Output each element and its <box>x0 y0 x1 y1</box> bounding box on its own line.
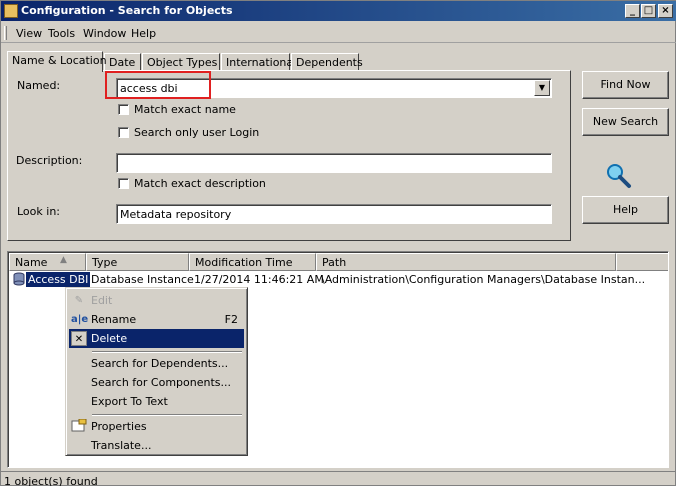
tab-date[interactable]: Date <box>104 53 141 71</box>
title-bar[interactable]: Configuration - Search for Objects _ □ × <box>1 1 676 21</box>
tab-international[interactable]: International <box>221 53 296 71</box>
new-search-button[interactable]: New Search <box>582 108 669 136</box>
maximize-button[interactable]: □ <box>641 4 656 18</box>
context-item-search-dependents[interactable]: Search for Dependents... <box>69 354 244 373</box>
minimize-button[interactable]: _ <box>625 4 640 18</box>
menu-grip <box>4 26 7 40</box>
tab-dependents[interactable]: Dependents <box>291 53 363 71</box>
look-in-label: Look in: <box>17 205 60 218</box>
database-instance-icon <box>13 272 25 286</box>
row-name[interactable]: Access DBI <box>24 271 92 288</box>
context-separator <box>92 351 242 353</box>
sort-arrow-icon: ▲ <box>60 255 67 265</box>
magnifier-icon <box>607 164 631 188</box>
description-label: Description: <box>16 154 83 167</box>
find-now-button[interactable]: Find Now <box>582 71 669 99</box>
properties-icon <box>71 418 87 434</box>
rename-shortcut: F2 <box>224 313 238 326</box>
row-modified: 1/27/2014 11:46:21 AM <box>194 273 324 286</box>
row-path: \Administration\Configuration Managers\D… <box>321 273 646 286</box>
tab-object-types[interactable]: Object Types <box>142 53 220 71</box>
status-bar: 1 object(s) found <box>1 471 676 486</box>
match-exact-description-label: Match exact description <box>134 177 266 190</box>
match-exact-description-checkbox[interactable] <box>118 178 129 189</box>
match-exact-name-label: Match exact name <box>134 103 236 116</box>
tab-name-location[interactable]: Name & Location <box>7 51 107 72</box>
context-item-translate[interactable]: Translate... <box>69 436 244 455</box>
row-type: Database Instance <box>91 273 194 286</box>
context-item-properties[interactable]: Properties <box>69 417 244 436</box>
status-text: 1 object(s) found <box>4 475 98 486</box>
menu-view[interactable]: View <box>16 27 42 40</box>
highlight-callout <box>105 71 211 99</box>
description-field[interactable] <box>116 153 552 173</box>
named-dropdown-arrow[interactable]: ▼ <box>534 80 550 96</box>
help-button[interactable]: Help <box>582 196 669 224</box>
context-item-export-text[interactable]: Export To Text <box>69 392 244 411</box>
context-item-rename[interactable]: a|e Rename F2 <box>69 310 244 329</box>
rename-icon: a|e <box>71 314 89 325</box>
app-icon <box>4 4 18 18</box>
edit-icon: ✎ <box>74 295 84 306</box>
window-title: Configuration - Search for Objects <box>21 4 233 17</box>
menu-window[interactable]: Window <box>83 27 126 40</box>
menu-help[interactable]: Help <box>131 27 156 40</box>
column-header-type[interactable]: Type <box>86 253 189 271</box>
menu-bar: View Tools Window Help <box>1 23 676 43</box>
column-header-name[interactable]: Name ▲ <box>9 253 86 271</box>
look-in-field[interactable]: Metadata repository <box>116 204 552 224</box>
column-header-filler <box>616 253 668 271</box>
search-user-login-checkbox[interactable] <box>118 127 129 138</box>
context-menu: ✎ Edit a|e Rename F2 ✕ Delete Search for… <box>65 287 248 456</box>
context-separator <box>92 414 242 416</box>
menu-tools[interactable]: Tools <box>48 27 75 40</box>
context-item-delete[interactable]: ✕ Delete <box>69 329 244 348</box>
column-header-modification-time[interactable]: Modification Time <box>189 253 316 271</box>
column-header-path[interactable]: Path <box>316 253 616 271</box>
match-exact-name-checkbox[interactable] <box>118 104 129 115</box>
context-item-search-components[interactable]: Search for Components... <box>69 373 244 392</box>
context-item-edit[interactable]: ✎ Edit <box>69 291 244 310</box>
named-label: Named: <box>17 79 61 92</box>
close-button[interactable]: × <box>658 4 673 18</box>
delete-icon: ✕ <box>71 331 87 346</box>
search-window: Configuration - Search for Objects _ □ ×… <box>0 0 676 486</box>
search-user-login-label: Search only user Login <box>134 126 260 139</box>
